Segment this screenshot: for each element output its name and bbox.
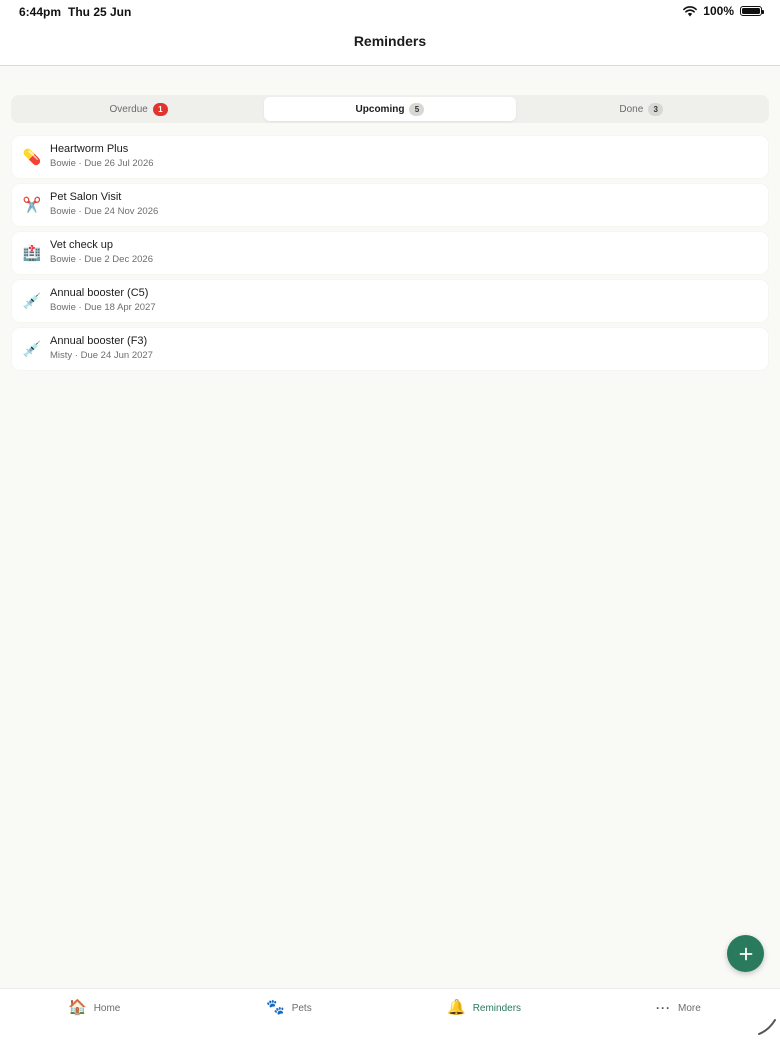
page-title: Reminders xyxy=(353,33,427,49)
hospital-icon: 🏥 xyxy=(22,245,42,262)
syringe-icon: 💉 xyxy=(22,293,42,310)
count-badge: 3 xyxy=(648,102,664,116)
status-date: Thu 25 Jun xyxy=(68,5,132,19)
status-bar: 6:44pm Thu 25 Jun 100% xyxy=(0,0,780,24)
status-indicators: 100% xyxy=(683,4,764,18)
tab-pets[interactable]: 🐾 Pets xyxy=(266,998,312,1018)
plus-icon xyxy=(739,947,752,960)
reminder-subtitle: Bowie · Due 26 Jul 2026 xyxy=(50,158,154,169)
reminder-title: Annual booster (F3) xyxy=(50,335,148,347)
house-icon: 🏠 xyxy=(68,999,87,1016)
reminder-subtitle: Bowie · Due 18 Apr 2027 xyxy=(50,302,156,313)
reminder-title: Vet check up xyxy=(50,239,113,251)
reminder-item-heartworm-plus[interactable]: 💊 Heartworm Plus Bowie · Due 26 Jul 2026 xyxy=(12,136,768,178)
reminder-subtitle: Misty · Due 24 Jun 2027 xyxy=(50,350,153,361)
reminder-title: Pet Salon Visit xyxy=(50,191,122,203)
ellipsis-icon: ··· xyxy=(656,1001,671,1015)
corner-gesture-indicator xyxy=(758,1019,776,1035)
reminder-title: Annual booster (C5) xyxy=(50,287,149,299)
pill-icon: 💊 xyxy=(22,149,42,166)
tab-bar: 🏠 Home 🐾 Pets 🔔 Reminders ··· More xyxy=(0,988,780,1040)
navigation-header: Reminders xyxy=(0,24,780,66)
bell-icon: 🔔 xyxy=(447,999,466,1016)
tab-label: Pets xyxy=(291,1002,312,1014)
tab-reminders[interactable]: 🔔 Reminders xyxy=(447,998,521,1018)
reminder-list: 💊 Heartworm Plus Bowie · Due 26 Jul 2026… xyxy=(12,136,768,376)
tab-label: More xyxy=(678,1002,701,1014)
segment-done[interactable]: Done 3 xyxy=(516,97,767,121)
syringe-icon: 💉 xyxy=(22,341,42,358)
add-reminder-button[interactable] xyxy=(727,935,764,972)
reminder-subtitle: Bowie · Due 24 Nov 2026 xyxy=(50,206,159,217)
count-badge: 5 xyxy=(409,102,425,116)
battery-percent: 100% xyxy=(703,4,734,18)
reminder-item-pet-salon-visit[interactable]: ✂️ Pet Salon Visit Bowie · Due 24 Nov 20… xyxy=(12,184,768,226)
segment-upcoming[interactable]: Upcoming 5 xyxy=(264,97,516,121)
tab-more[interactable]: ··· More xyxy=(656,998,701,1018)
tab-label: Home xyxy=(93,1002,121,1014)
segment-overdue[interactable]: Overdue 1 xyxy=(13,97,264,121)
tab-home[interactable]: 🏠 Home xyxy=(68,998,120,1018)
segment-label: Upcoming xyxy=(355,103,405,115)
reminder-title: Heartworm Plus xyxy=(50,143,129,155)
status-time: 6:44pm xyxy=(19,5,62,19)
reminder-item-annual-booster-c5[interactable]: 💉 Annual booster (C5) Bowie · Due 18 Apr… xyxy=(12,280,768,322)
segment-label: Overdue xyxy=(109,103,148,115)
paw-icon: 🐾 xyxy=(266,999,285,1016)
segment-label: Done xyxy=(619,103,644,115)
reminder-item-vet-check-up[interactable]: 🏥 Vet check up Bowie · Due 2 Dec 2026 xyxy=(12,232,768,274)
reminder-subtitle: Bowie · Due 2 Dec 2026 xyxy=(50,254,153,265)
count-badge: 1 xyxy=(152,102,168,116)
tab-label: Reminders xyxy=(472,1002,522,1014)
reminder-filter-segmented-control: Overdue 1 Upcoming 5 Done 3 xyxy=(11,95,769,123)
scissors-icon: ✂️ xyxy=(22,197,42,214)
reminder-item-annual-booster-f3[interactable]: 💉 Annual booster (F3) Misty · Due 24 Jun… xyxy=(12,328,768,370)
wifi-icon xyxy=(683,5,698,17)
battery-icon xyxy=(740,6,764,16)
